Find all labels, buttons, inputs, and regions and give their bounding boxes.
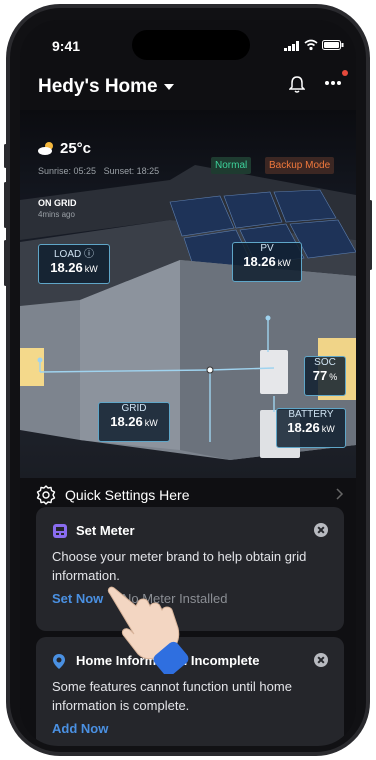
chevron-right-icon [336,488,344,500]
card-description: Choose your meter brand to help obtain g… [52,549,307,583]
home-info-card: Home Information Incomplete Some feature… [36,637,344,746]
caret-down-icon [163,83,174,90]
card-description: Some features cannot function until home… [52,679,292,713]
dynamic-island [132,30,250,60]
status-time: 9:41 [52,38,81,54]
partly-cloudy-icon [38,142,53,155]
home-selector[interactable]: Hedy's Home [38,76,174,98]
grid-unit: kW [144,418,158,428]
weather-temp: 25°c [38,140,91,157]
grid-status-updated: 4mins ago [38,210,75,219]
soc-metric[interactable]: SOC 77% [304,356,346,396]
status-bar: 9:41 [20,20,356,68]
grid-status: ON GRID [38,198,77,208]
pv-unit: kW [277,258,291,268]
load-metric[interactable]: LOAD ⓘ 18.26 kW [38,244,110,284]
soc-label: SOC [314,357,336,368]
sunset-time: Sunset: 18:25 [103,166,160,176]
volume-down-button [4,240,7,286]
close-icon[interactable] [314,653,328,667]
temperature-value: 25°c [60,140,92,157]
power-button [369,200,372,270]
tap-hand-icon [107,586,189,674]
backup-mode-badge[interactable]: Backup Mode [265,157,335,174]
wifi-icon [304,39,318,51]
close-icon[interactable] [314,523,328,537]
more-icon[interactable] [324,80,342,86]
page-title: Hedy's Home [38,76,158,97]
set-now-link[interactable]: Set Now [52,591,103,606]
pv-value: 18.26 [243,254,276,269]
soc-value: 77 [312,368,328,383]
sun-times: Sunrise: 05:25 Sunset: 18:25 [38,166,159,176]
soc-unit: % [329,372,338,382]
meter-icon [53,524,67,538]
battery-value: 18.26 [287,420,320,435]
mute-switch [4,144,7,168]
signal-icon [284,41,299,51]
battery-metric[interactable]: BATTERY 18.26 kW [276,408,346,448]
battery-unit: kW [321,424,335,434]
pv-metric[interactable]: PV 18.26 kW [232,242,302,282]
load-value: 18.26 [50,260,83,275]
bell-icon[interactable] [289,76,305,94]
grid-metric[interactable]: GRID 18.26 kW [98,402,170,442]
notification-dot [342,70,348,76]
grid-label: GRID [121,403,147,414]
quick-settings-label: Quick Settings Here [65,487,190,503]
sunrise-time: Sunrise: 05:25 [38,166,97,176]
location-pin-icon [53,654,65,669]
gear-icon [36,485,56,505]
normal-mode-badge[interactable]: Normal [211,157,252,174]
load-label: LOAD ⓘ [53,249,94,260]
volume-up-button [4,182,7,228]
load-unit: kW [84,264,98,274]
grid-value: 18.26 [110,414,143,429]
pv-label: PV [260,243,274,254]
battery-label: BATTERY [288,409,334,420]
add-now-link[interactable]: Add Now [52,721,108,736]
card-title: Set Meter [76,523,135,538]
battery-icon [322,40,344,50]
set-meter-card: Set Meter Choose your meter brand to hel… [36,507,344,631]
